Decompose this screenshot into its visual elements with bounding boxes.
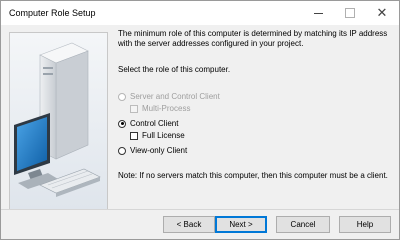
window-title: Computer Role Setup — [9, 8, 96, 18]
radio-control-client[interactable]: Control Client — [118, 119, 178, 128]
title-bar: Computer Role Setup ✕ — [1, 1, 399, 25]
radio-icon — [118, 92, 126, 101]
footer-divider — [1, 209, 399, 210]
role-selection-content: The minimum role of this computer is det… — [118, 29, 398, 209]
checkbox-icon — [130, 131, 138, 140]
back-button[interactable]: < Back — [163, 216, 215, 233]
computer-role-setup-window: Computer Role Setup ✕ The minimum role o… — [0, 0, 400, 240]
radio-label: View-only Client — [130, 146, 188, 155]
close-button[interactable]: ✕ — [367, 2, 397, 24]
checkbox-label: Full License — [142, 131, 185, 140]
checkbox-full-license[interactable]: Full License — [130, 131, 185, 140]
description-text: The minimum role of this computer is det… — [118, 29, 388, 48]
next-button[interactable]: Next > — [215, 216, 267, 233]
help-button[interactable]: Help — [339, 216, 391, 233]
computer-illustration — [10, 33, 107, 209]
maximize-button[interactable] — [335, 2, 365, 24]
radio-server-and-control-client[interactable]: Server and Control Client — [118, 92, 220, 101]
checkbox-icon — [130, 104, 138, 113]
minimize-icon — [313, 12, 323, 14]
cancel-button[interactable]: Cancel — [276, 216, 330, 233]
maximize-icon — [345, 8, 355, 18]
radio-label: Control Client — [130, 119, 179, 128]
radio-view-only-client[interactable]: View-only Client — [118, 146, 187, 155]
note-text: Note: If no servers match this computer,… — [118, 171, 388, 180]
radio-label: Server and Control Client — [130, 92, 220, 101]
prompt-text: Select the role of this computer. — [118, 65, 231, 74]
close-icon: ✕ — [376, 5, 388, 20]
checkbox-multi-process[interactable]: Multi-Process — [130, 104, 190, 113]
radio-selected-icon — [118, 119, 126, 128]
computer-illustration-panel — [9, 32, 108, 210]
checkbox-label: Multi-Process — [142, 104, 191, 113]
minimize-button[interactable] — [303, 2, 333, 24]
radio-icon — [118, 146, 126, 155]
